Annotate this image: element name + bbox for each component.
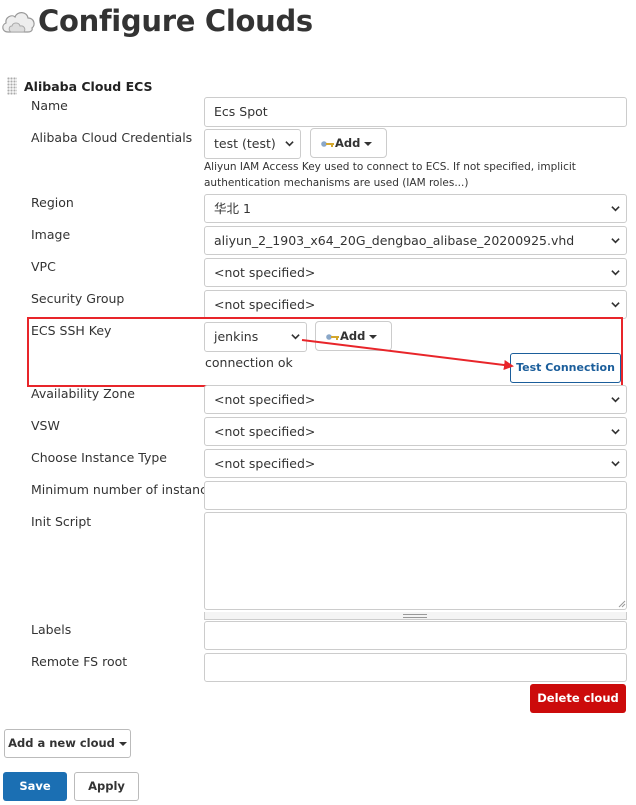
chevron-down-icon (611, 302, 620, 308)
name-label: Name (31, 98, 68, 113)
availability-zone-select[interactable]: <not specified> (204, 385, 627, 414)
instance-type-label: Choose Instance Type (31, 450, 167, 465)
security-group-label: Security Group (31, 291, 125, 306)
key-icon (321, 140, 334, 147)
ssh-key-select[interactable]: jenkins (204, 322, 307, 352)
chevron-down-icon (611, 238, 620, 244)
image-select-value: aliyun_2_1903_x64_20G_dengbao_alibase_20… (214, 233, 575, 248)
min-instances-input[interactable] (204, 481, 627, 510)
availability-zone-label: Availability Zone (31, 386, 135, 401)
chevron-down-icon (611, 270, 620, 276)
apply-button[interactable]: Apply (74, 772, 139, 801)
name-input[interactable]: Ecs Spot (204, 97, 627, 127)
min-instances-label: Minimum number of instances (31, 482, 222, 497)
region-select[interactable]: 华北 1 (204, 194, 627, 223)
region-select-value: 华北 1 (214, 201, 251, 216)
vpc-select-value: <not specified> (214, 265, 316, 280)
page-title: Configure Clouds (38, 4, 313, 38)
save-button[interactable]: Save (3, 772, 67, 801)
add-ssh-key-label: Add (340, 329, 366, 343)
cloud-icon (2, 12, 35, 33)
credentials-help-text: Aliyun IAM Access Key used to connect to… (204, 161, 576, 189)
security-group-select-value: <not specified> (214, 297, 316, 312)
init-script-label: Init Script (31, 514, 92, 529)
vsw-label: VSW (31, 418, 60, 433)
connection-status: connection ok (205, 355, 293, 370)
labels-input[interactable] (204, 621, 627, 650)
chevron-down-icon (291, 334, 300, 340)
ssh-key-label: ECS SSH Key (31, 323, 112, 338)
labels-label: Labels (31, 622, 72, 637)
init-script-textarea[interactable] (204, 512, 627, 610)
chevron-down-icon (611, 429, 620, 435)
ssh-key-select-value: jenkins (214, 329, 259, 344)
chevron-down-icon (611, 397, 620, 403)
drag-handle-icon[interactable] (7, 77, 17, 95)
key-icon (326, 333, 339, 340)
resize-corner-icon[interactable] (616, 598, 626, 608)
vsw-select[interactable]: <not specified> (204, 417, 627, 446)
credentials-select[interactable]: test (test) (204, 129, 301, 159)
delete-cloud-button[interactable]: Delete cloud (530, 684, 626, 713)
add-ssh-key-button[interactable]: Add (315, 321, 392, 351)
instance-type-select[interactable]: <not specified> (204, 449, 627, 478)
section-title: Alibaba Cloud ECS (24, 79, 153, 94)
test-connection-button[interactable]: Test Connection (510, 353, 621, 383)
caret-down-icon (118, 741, 127, 746)
availability-zone-select-value: <not specified> (214, 392, 316, 407)
add-new-cloud-button[interactable]: Add a new cloud (4, 729, 131, 758)
chevron-down-icon (611, 461, 620, 467)
image-select[interactable]: aliyun_2_1903_x64_20G_dengbao_alibase_20… (204, 226, 627, 255)
image-label: Image (31, 227, 71, 242)
vpc-label: VPC (31, 259, 56, 274)
chevron-down-icon (285, 141, 294, 147)
security-group-select[interactable]: <not specified> (204, 290, 627, 319)
vpc-select[interactable]: <not specified> (204, 258, 627, 287)
remote-fs-root-label: Remote FS root (31, 654, 128, 669)
region-label: Region (31, 195, 74, 210)
add-new-cloud-label: Add a new cloud (8, 736, 115, 750)
textarea-resize-grip[interactable] (204, 612, 627, 620)
instance-type-select-value: <not specified> (214, 456, 316, 471)
credentials-label: Alibaba Cloud Credentials (31, 130, 193, 145)
add-credentials-label: Add (335, 136, 361, 150)
vsw-select-value: <not specified> (214, 424, 316, 439)
chevron-down-icon (611, 206, 620, 212)
caret-down-icon (364, 141, 373, 146)
add-credentials-button[interactable]: Add (310, 128, 387, 158)
caret-down-icon (369, 334, 378, 339)
remote-fs-root-input[interactable] (204, 653, 627, 682)
credentials-select-value: test (test) (214, 136, 276, 151)
